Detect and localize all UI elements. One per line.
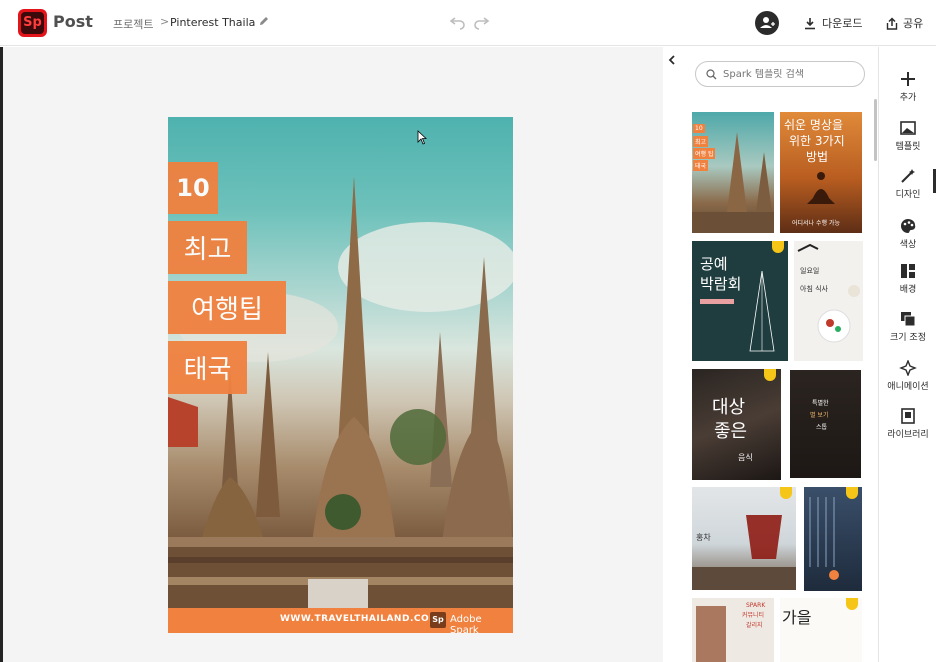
poster-footer-url: WWW.TRAVELTHAILAND.COM xyxy=(280,614,439,624)
rail-label: 라이브러리 xyxy=(887,430,929,440)
poster-canvas[interactable]: 10 최고 여행팁 태국 WWW.TRAVELTHAILAND.COM Sp A… xyxy=(168,117,513,633)
rail-templates[interactable]: 템플릿 xyxy=(880,120,936,152)
rail-label: 디자인 xyxy=(895,190,921,200)
template-icon xyxy=(900,121,916,135)
template-text: 스톱 xyxy=(816,424,828,431)
template-search-input[interactable] xyxy=(723,68,853,80)
template-card[interactable]: 공예 박람회 xyxy=(692,241,788,361)
rail-label: 크기 조정 xyxy=(890,333,926,343)
undo-icon[interactable] xyxy=(449,14,467,30)
rail-label: 템플릿 xyxy=(895,142,921,152)
share-label: 공유 xyxy=(903,17,924,30)
spark-watermark-logo: Sp xyxy=(430,612,446,628)
magic-wand-icon xyxy=(901,169,915,183)
template-card[interactable] xyxy=(804,487,862,591)
rail-label: 색상 xyxy=(899,240,917,250)
template-text: SPARK xyxy=(746,602,766,609)
template-text: 갈리지 xyxy=(746,622,763,629)
tools-rail: 추가 템플릿 디자인 색상 배경 크기 조정 애니메이션 라이브러리 xyxy=(880,47,936,662)
template-text: 대상 xyxy=(712,397,746,418)
template-card[interactable]: 특별한 별 보기 스톱 xyxy=(790,370,861,478)
template-text: 커뮤니티 xyxy=(742,612,765,619)
rail-colors[interactable]: 색상 xyxy=(880,218,936,250)
poster-footer[interactable]: WWW.TRAVELTHAILAND.COM Sp Adobe Spark xyxy=(168,608,513,633)
premium-badge xyxy=(846,487,858,499)
template-card[interactable]: SPARK 커뮤니티 갈리지 xyxy=(692,598,774,662)
template-illustration xyxy=(749,270,775,352)
meditation-figure xyxy=(807,172,835,204)
template-text: 태국 xyxy=(693,160,709,171)
premium-badge xyxy=(772,241,784,253)
rail-design[interactable]: 디자인 xyxy=(880,168,936,200)
rail-label: 배경 xyxy=(899,285,917,295)
template-card[interactable]: 10 최고 여행 팁 태국 xyxy=(692,112,774,233)
template-text: 어디서나 수행 가능 xyxy=(792,220,840,227)
template-text: 특별한 xyxy=(812,400,829,407)
window-edge xyxy=(0,47,3,662)
template-text: 별 보기 xyxy=(810,412,829,419)
panel-scrollbar[interactable] xyxy=(874,99,877,161)
template-text: 최고 xyxy=(693,136,709,147)
premium-badge xyxy=(846,598,858,610)
top-bar: Sp Post 프로젝트 > Pinterest Thailand ti xyxy=(0,0,936,46)
template-card[interactable]: 홍차 xyxy=(692,487,796,590)
building-image xyxy=(809,497,839,580)
poster-number-badge[interactable]: 10 xyxy=(168,162,218,214)
template-card[interactable]: 대상 좋은 음식 xyxy=(692,369,781,480)
resize-icon xyxy=(901,312,916,327)
palette-icon xyxy=(901,219,916,233)
rail-libraries[interactable]: 라이브러리 xyxy=(880,408,936,440)
download-label: 다운로드 xyxy=(822,17,863,30)
download-button[interactable]: 다운로드 xyxy=(804,14,862,32)
template-card[interactable]: 쉬운 명상을 위한 3가지 방법 어디서나 수행 가능 xyxy=(780,112,862,233)
poster-title-line-2[interactable]: 여행팁 xyxy=(168,281,286,334)
template-text: 좋은 xyxy=(714,421,748,442)
template-text: 가을 xyxy=(782,608,812,627)
rail-background[interactable]: 배경 xyxy=(880,263,936,295)
rail-add[interactable]: 추가 xyxy=(880,71,936,103)
share-button[interactable]: 공유 xyxy=(886,14,923,32)
rail-resize[interactable]: 크기 조정 xyxy=(880,311,936,343)
search-icon xyxy=(706,68,717,79)
rail-label: 추가 xyxy=(899,93,917,103)
spark-logo[interactable]: Sp xyxy=(18,9,47,37)
app-name: Post xyxy=(53,12,93,31)
breadcrumb-separator: > xyxy=(160,15,170,28)
chevron-left-icon xyxy=(668,55,675,65)
download-icon xyxy=(805,17,815,29)
template-text: 10 xyxy=(693,124,705,133)
template-text: 홍차 xyxy=(696,533,711,542)
template-text: 여행 팁 xyxy=(693,148,716,159)
sparkle-icon xyxy=(899,360,917,376)
plus-icon xyxy=(901,72,915,86)
rail-label: 애니메이션 xyxy=(887,382,929,392)
breadcrumb-projects[interactable]: 프로젝트 xyxy=(113,16,153,32)
template-search[interactable] xyxy=(695,61,865,87)
poster-title-line-1[interactable]: 최고 xyxy=(168,221,247,274)
library-icon xyxy=(901,408,915,424)
spark-post-app: Sp Post 프로젝트 > Pinterest Thailand ti xyxy=(0,0,936,662)
template-text: 음식 xyxy=(738,453,753,462)
logo-text: Sp xyxy=(21,12,44,34)
layout-icon xyxy=(901,264,915,278)
template-card[interactable]: 가을 xyxy=(780,598,862,662)
redo-icon[interactable] xyxy=(472,14,490,30)
poster-title-line-3[interactable]: 태국 xyxy=(168,341,247,394)
collapse-panel-button[interactable] xyxy=(663,47,681,73)
templates-panel: 10 최고 여행 팁 태국 쉬운 명상을 위한 3가지 방법 어디서나 수행 가… xyxy=(681,47,879,662)
template-card[interactable]: 일요일 아침 식사 xyxy=(794,241,863,361)
spark-watermark-text: Adobe Spark xyxy=(450,614,482,633)
rail-animation[interactable]: 애니메이션 xyxy=(880,360,936,392)
breakfast-image xyxy=(797,243,860,343)
premium-badge xyxy=(780,487,792,499)
user-plus-icon xyxy=(760,17,775,28)
mouse-cursor-icon xyxy=(417,130,427,145)
add-collaborator-button[interactable] xyxy=(755,11,779,35)
document-title[interactable]: Pinterest Thailand ti xyxy=(170,16,256,29)
pencil-icon[interactable] xyxy=(258,15,270,27)
share-icon xyxy=(886,16,898,30)
premium-badge xyxy=(764,369,776,381)
